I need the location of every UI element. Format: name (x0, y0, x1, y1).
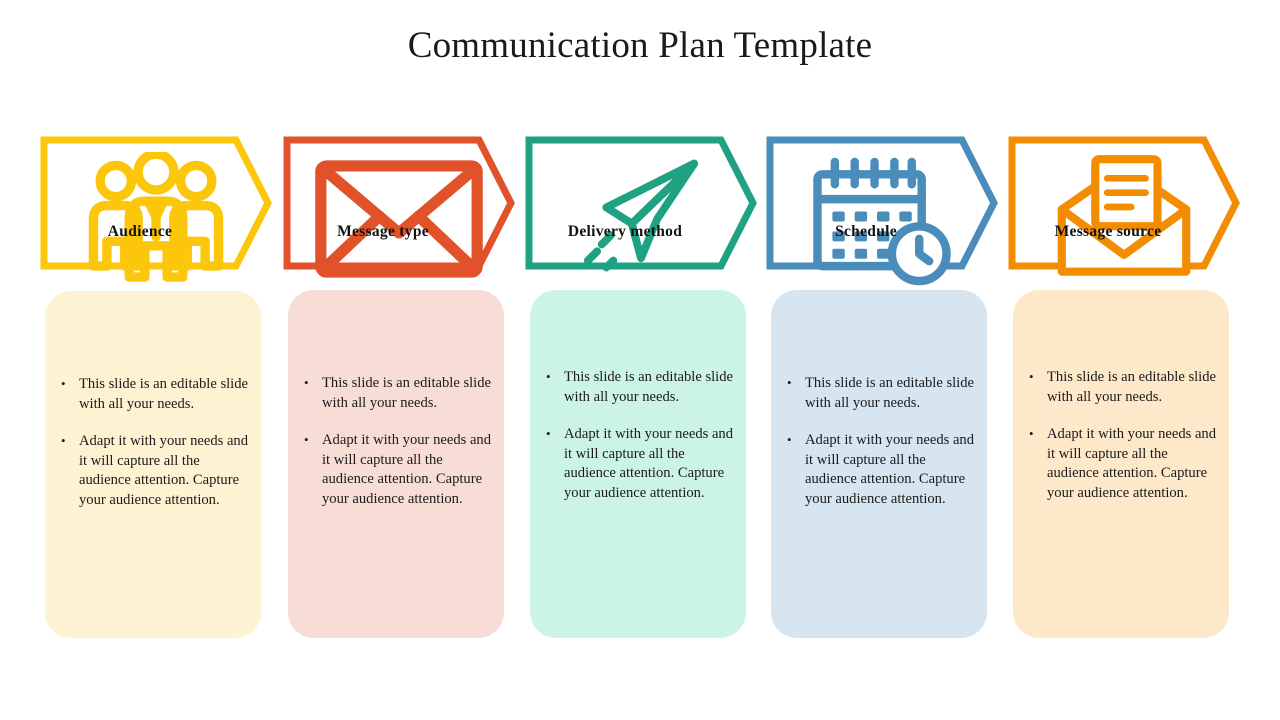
card-body: This slide is an editable slide with all… (59, 374, 249, 510)
card-body: This slide is an editable slide with all… (302, 373, 492, 509)
step-label: Delivery method (567, 223, 683, 240)
step-label: Message type (337, 223, 429, 240)
step-column-audience: Audience This slide is an editable slide… (40, 0, 272, 720)
step-chevron-schedule[interactable]: Schedule (766, 136, 998, 286)
list-item: Adapt it with your needs and it will cap… (302, 430, 492, 509)
bullet-list: This slide is an editable slide with all… (302, 373, 492, 509)
step-label: Message source (1054, 223, 1162, 240)
bullet-list: This slide is an editable slide with all… (1027, 367, 1217, 503)
list-item: This slide is an editable slide with all… (785, 373, 975, 413)
list-item: Adapt it with your needs and it will cap… (544, 424, 734, 503)
people-group-icon (40, 152, 240, 282)
step-chevron-message-type[interactable]: Message type (283, 136, 515, 278)
paper-plane-icon (525, 152, 725, 272)
slide-canvas: Communication Plan Template Audience • T… (0, 0, 1280, 720)
card-body: This slide is an editable slide with all… (544, 367, 734, 503)
step-column-delivery-method: Delivery method This slide is an editabl… (525, 0, 757, 720)
bullet-list: This slide is an editable slide with all… (59, 374, 249, 510)
calendar-clock-icon (766, 152, 966, 286)
list-item: This slide is an editable slide with all… (59, 374, 249, 414)
step-card-message-source: This slide is an editable slide with all… (1013, 290, 1229, 638)
list-item: This slide is an editable slide with all… (302, 373, 492, 413)
step-card-message-type: This slide is an editable slide with all… (288, 290, 504, 638)
step-chevron-delivery-method[interactable]: Delivery method (525, 136, 757, 272)
list-item: Adapt it with your needs and it will cap… (1027, 424, 1217, 503)
step-chevron-message-source[interactable]: Message source (1008, 136, 1240, 276)
card-body: This slide is an editable slide with all… (1027, 367, 1217, 503)
step-label: Audience (107, 223, 173, 240)
card-body: This slide is an editable slide with all… (785, 373, 975, 509)
list-item: Adapt it with your needs and it will cap… (59, 431, 249, 510)
step-label: Schedule (835, 223, 897, 240)
step-card-audience: This slide is an editable slide with all… (45, 291, 261, 638)
step-card-delivery-method: This slide is an editable slide with all… (530, 290, 746, 638)
list-item: This slide is an editable slide with all… (544, 367, 734, 407)
list-item: Adapt it with your needs and it will cap… (785, 430, 975, 509)
list-item: This slide is an editable slide with all… (1027, 367, 1217, 407)
step-column-message-source: Message source This slide is an editable… (1008, 0, 1240, 720)
bullet-list: This slide is an editable slide with all… (544, 367, 734, 503)
step-chevron-audience[interactable]: Audience (40, 136, 272, 282)
step-card-schedule: This slide is an editable slide with all… (771, 290, 987, 638)
envelope-icon (283, 152, 483, 278)
bullet-list: This slide is an editable slide with all… (785, 373, 975, 509)
step-column-message-type: Message type This slide is an editable s… (283, 0, 515, 720)
open-envelope-letter-icon (1008, 152, 1208, 276)
step-column-schedule: Schedule This slide is an editable slide… (766, 0, 998, 720)
